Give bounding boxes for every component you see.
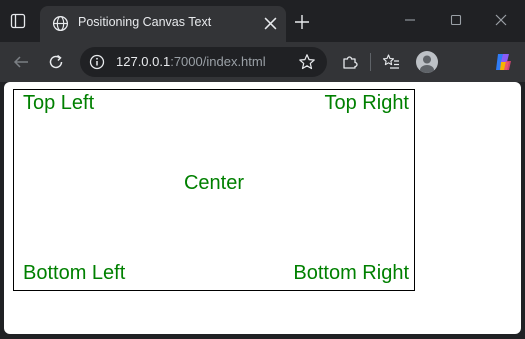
title-bar: Positioning Canvas Text	[0, 0, 525, 42]
canvas-text-bottom-right: Bottom Right	[293, 262, 409, 284]
person-icon	[420, 55, 434, 73]
reload-icon[interactable]	[47, 53, 65, 71]
star-icon[interactable]	[298, 53, 316, 71]
close-icon[interactable]	[264, 17, 277, 30]
tab-actions-icon[interactable]	[10, 13, 26, 29]
maximize-icon[interactable]	[448, 12, 464, 28]
tab-title: Positioning Canvas Text	[78, 15, 212, 29]
puzzle-icon[interactable]	[341, 53, 359, 71]
canvas-text-center: Center	[183, 172, 245, 194]
window-close-icon[interactable]	[493, 12, 509, 28]
canvas-text-top-left: Top Left	[23, 92, 95, 114]
plus-icon[interactable]	[294, 14, 310, 30]
copilot-icon[interactable]	[492, 51, 514, 73]
minimize-icon[interactable]	[402, 12, 418, 28]
toolbar: 127.0.0.1:7000/index.html	[0, 42, 525, 82]
canvas[interactable]: Top Left Top Right Center Bottom Left Bo…	[13, 89, 415, 291]
canvas-text-top-right: Top Right	[324, 92, 410, 114]
address-bar[interactable]: 127.0.0.1:7000/index.html	[80, 47, 327, 77]
globe-icon	[52, 15, 69, 32]
page-viewport: Top Left Top Right Center Bottom Left Bo…	[4, 82, 521, 334]
favorites-icon[interactable]	[382, 53, 400, 71]
url-path: :7000/index.html	[170, 54, 266, 69]
back-arrow-icon[interactable]	[12, 53, 30, 71]
info-icon[interactable]	[89, 54, 105, 70]
url-text[interactable]: 127.0.0.1:7000/index.html	[116, 54, 266, 69]
tab-positioning-canvas-text[interactable]: Positioning Canvas Text	[40, 6, 286, 42]
profile-avatar[interactable]	[416, 51, 438, 73]
url-host: 127.0.0.1	[116, 54, 171, 69]
toolbar-divider	[370, 53, 371, 71]
canvas-text-bottom-left: Bottom Left	[23, 262, 126, 284]
